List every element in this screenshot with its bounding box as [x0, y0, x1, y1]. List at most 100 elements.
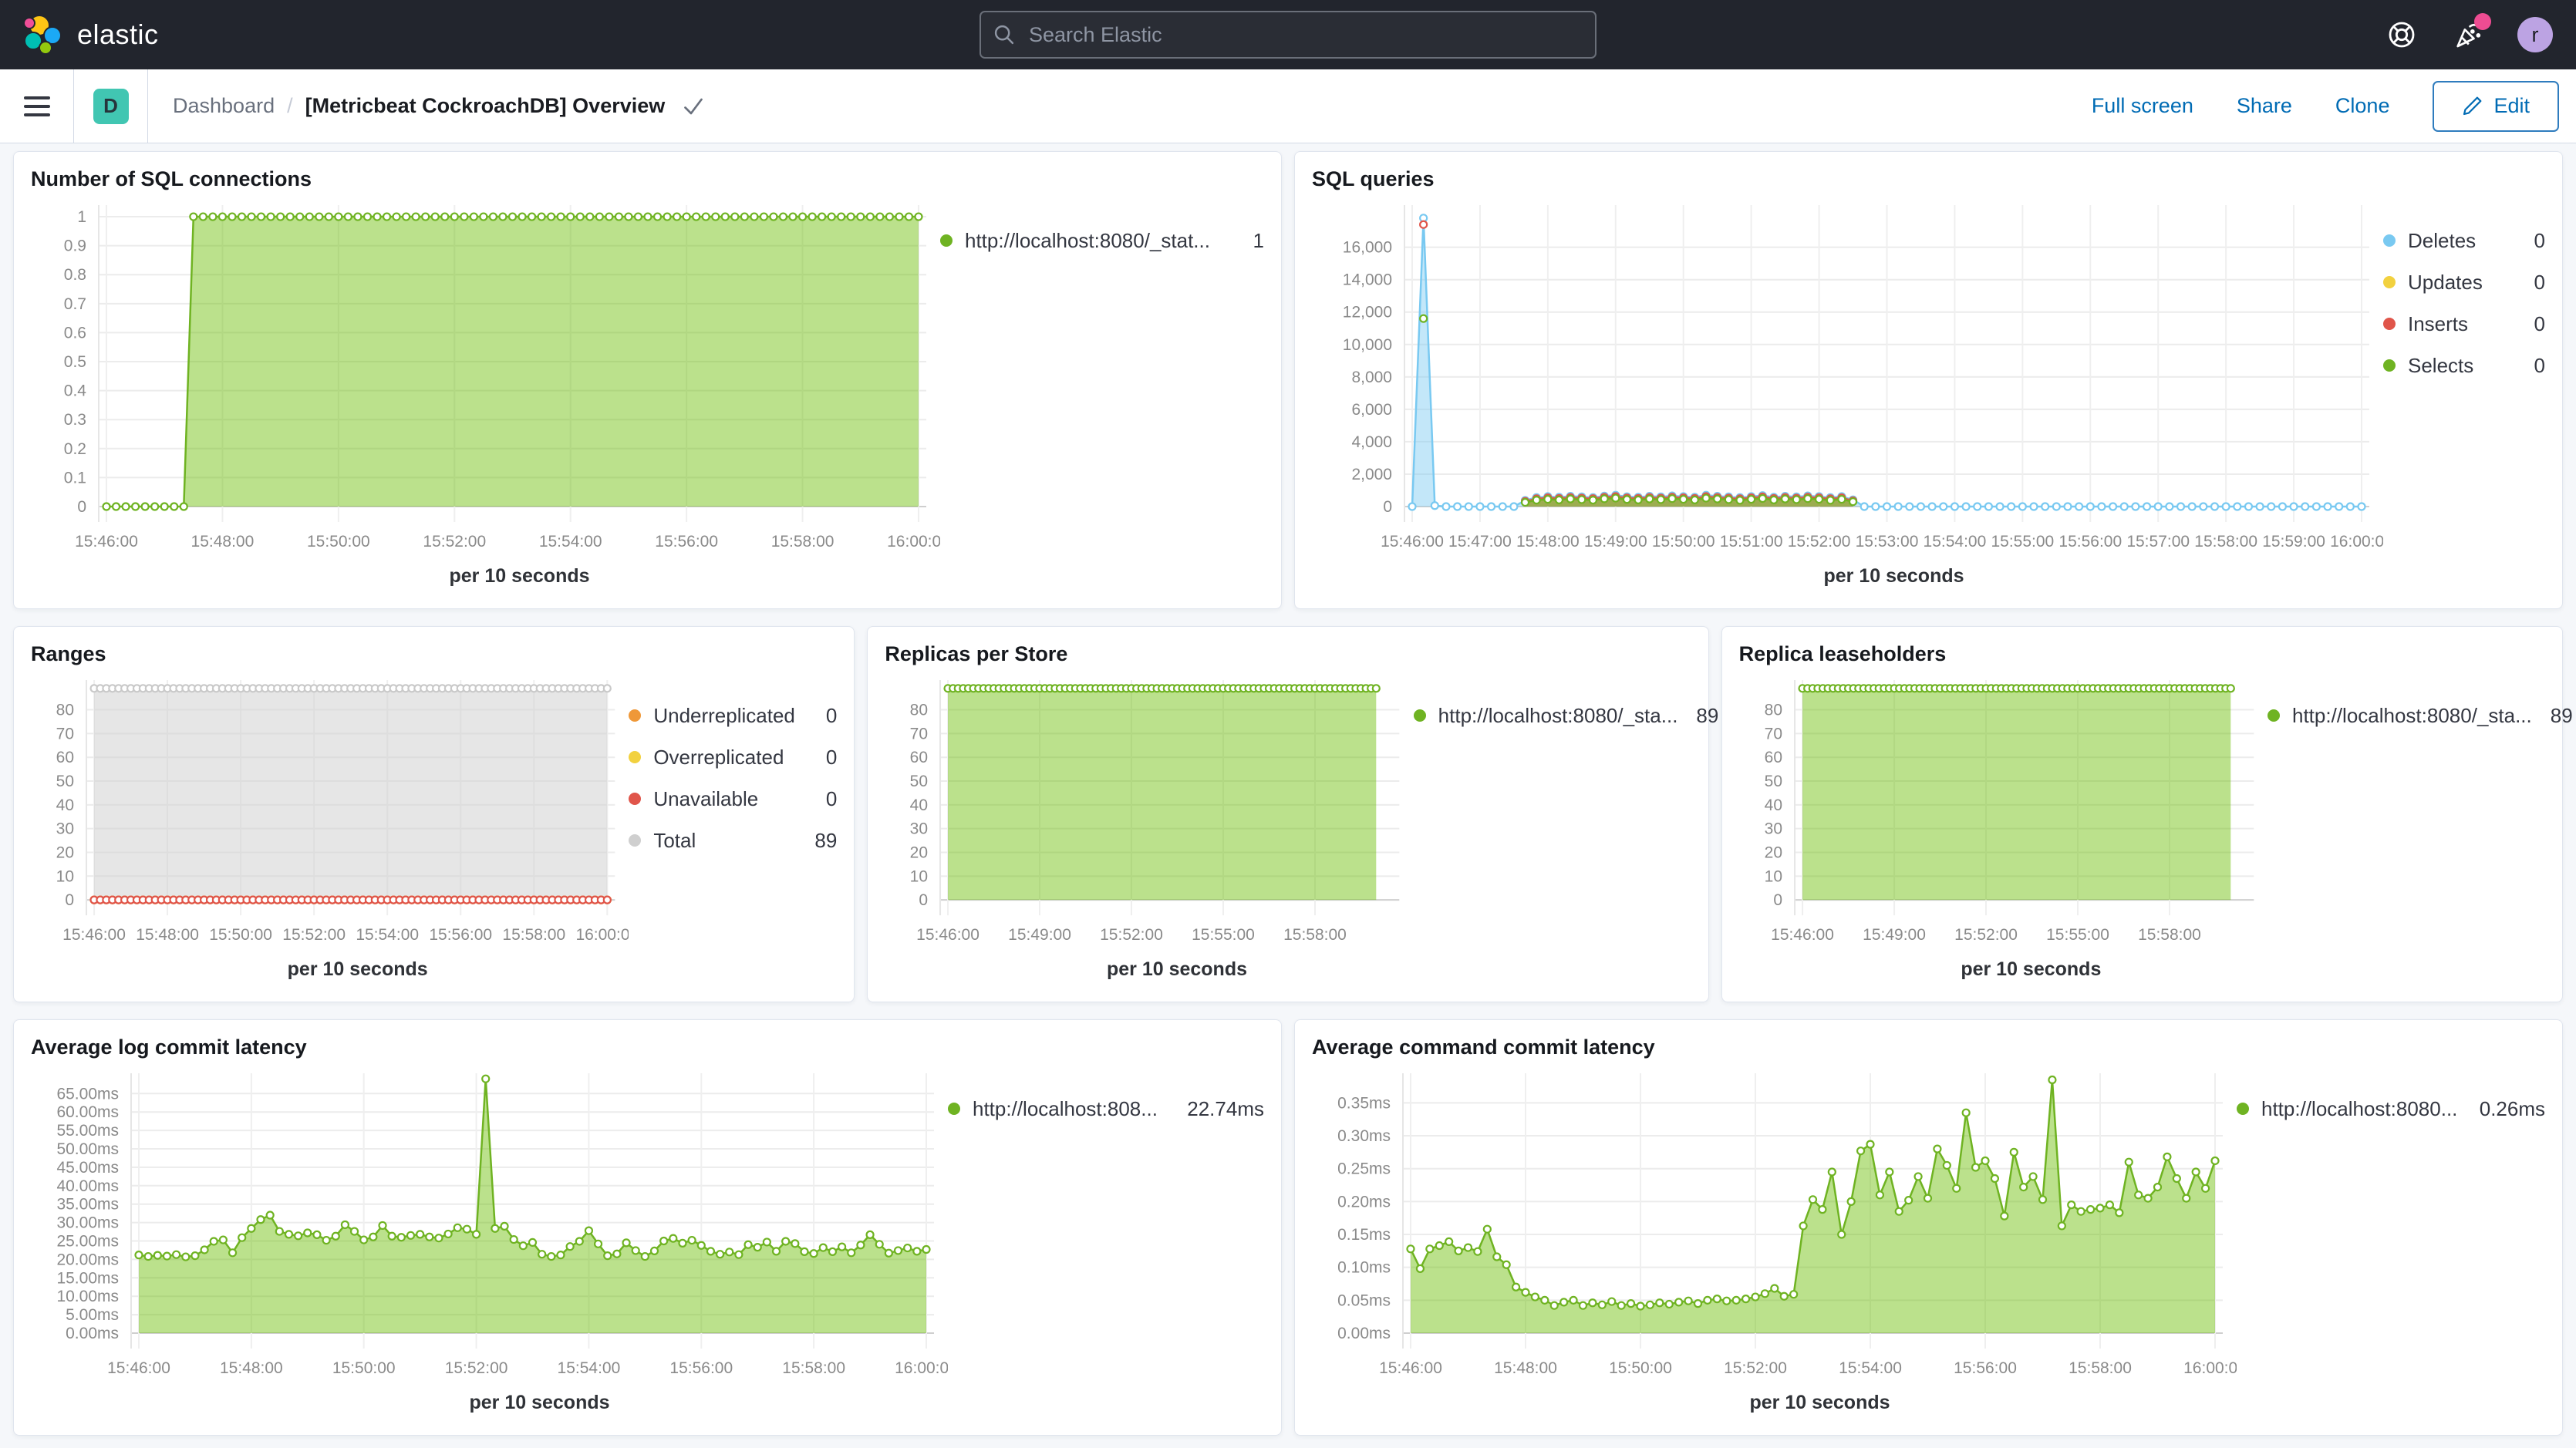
legend-value: 0 — [808, 704, 837, 728]
svg-text:60: 60 — [56, 749, 74, 766]
svg-text:0.25ms: 0.25ms — [1337, 1160, 1391, 1178]
svg-text:16:00:00: 16:00:00 — [887, 533, 940, 551]
top-navigation: elastic — [0, 0, 2576, 69]
svg-text:15:56:00: 15:56:00 — [669, 1359, 733, 1377]
svg-text:45.00ms: 45.00ms — [56, 1159, 119, 1177]
menu-button[interactable] — [0, 69, 74, 143]
chart-legend: http://localhost:8080/_sta...89 — [2267, 668, 2545, 995]
dashboard-app-badge[interactable]: D — [74, 69, 148, 143]
panel-command_commit_latency: Average command commit latency0.00ms0.05… — [1294, 1019, 2563, 1436]
svg-text:15:47:00: 15:47:00 — [1448, 533, 1512, 551]
help-button[interactable] — [2385, 18, 2419, 52]
chart-sql_queries[interactable]: 02,0004,0006,0008,00010,00012,00014,0001… — [1312, 193, 2383, 561]
legend-dot-icon — [2267, 709, 2280, 722]
edit-button[interactable]: Edit — [2433, 81, 2559, 132]
chart-log_commit_latency[interactable]: 0.00ms5.00ms10.00ms15.00ms20.00ms25.00ms… — [31, 1061, 948, 1387]
svg-text:0.2: 0.2 — [64, 440, 86, 458]
legend-value: 0.26ms — [2461, 1097, 2545, 1121]
svg-text:15:58:00: 15:58:00 — [2194, 533, 2257, 551]
search-input[interactable] — [979, 11, 1597, 59]
elastic-brand[interactable]: elastic — [23, 15, 159, 55]
svg-text:0.6: 0.6 — [64, 324, 86, 342]
full-screen-button[interactable]: Full screen — [2092, 94, 2193, 118]
legend-item[interactable]: Overreplicated0 — [629, 743, 837, 771]
x-axis-label: per 10 seconds — [1739, 954, 2267, 995]
legend-item[interactable]: http://localhost:808...22.74ms — [948, 1095, 1264, 1123]
legend-item[interactable]: Underreplicated0 — [629, 702, 837, 729]
svg-text:15:56:00: 15:56:00 — [2058, 533, 2122, 551]
svg-text:15:54:00: 15:54:00 — [356, 926, 419, 944]
chart-command_commit_latency[interactable]: 0.00ms0.05ms0.10ms0.15ms0.20ms0.25ms0.30… — [1312, 1061, 2237, 1387]
x-axis-label: per 10 seconds — [885, 954, 1413, 995]
dashboard-row: Average log commit latency0.00ms5.00ms10… — [13, 1019, 2563, 1436]
svg-text:16:00:00: 16:00:00 — [2183, 1359, 2237, 1377]
x-axis-label: per 10 seconds — [31, 1387, 948, 1429]
clone-button[interactable]: Clone — [2335, 94, 2390, 118]
svg-text:60: 60 — [910, 749, 928, 766]
svg-text:15:52:00: 15:52:00 — [1954, 926, 2018, 944]
svg-text:25.00ms: 25.00ms — [56, 1232, 119, 1250]
legend-label: Inserts — [2408, 312, 2468, 336]
panel-log_commit_latency: Average log commit latency0.00ms5.00ms10… — [13, 1019, 1282, 1436]
legend-item[interactable]: Unavailable0 — [629, 785, 837, 813]
breadcrumb-dashboard[interactable]: Dashboard — [173, 94, 275, 118]
legend-item[interactable]: Total89 — [629, 827, 837, 854]
svg-text:1: 1 — [77, 208, 86, 226]
svg-text:15:55:00: 15:55:00 — [1991, 533, 2054, 551]
legend-item[interactable]: Inserts0 — [2383, 310, 2545, 338]
svg-text:15:48:00: 15:48:00 — [1516, 533, 1580, 551]
svg-text:0.8: 0.8 — [64, 266, 86, 284]
share-button[interactable]: Share — [2237, 94, 2292, 118]
elastic-logo-icon — [23, 15, 63, 55]
chart-sql_connections[interactable]: 00.10.20.30.40.50.60.70.80.9115:46:0015:… — [31, 193, 940, 561]
legend-item[interactable]: http://localhost:8080/_sta...89 — [2267, 702, 2545, 729]
legend-item[interactable]: Selects0 — [2383, 352, 2545, 379]
chart-legend: http://localhost:808...22.74ms — [948, 1061, 1264, 1429]
legend-item[interactable]: http://localhost:8080...0.26ms — [2237, 1095, 2545, 1123]
svg-text:15:49:00: 15:49:00 — [1008, 926, 1071, 944]
chart-replica_leaseholders[interactable]: 0102030405060708015:46:0015:49:0015:52:0… — [1739, 668, 2267, 954]
legend-value: 0 — [2516, 229, 2545, 253]
svg-text:16:00:00: 16:00:00 — [575, 926, 629, 944]
legend-label: http://localhost:8080/_sta... — [1438, 704, 1678, 728]
svg-text:15:48:00: 15:48:00 — [1494, 1359, 1557, 1377]
dashboard-row: Ranges0102030405060708015:46:0015:48:001… — [13, 626, 2563, 1002]
legend-dot-icon — [1414, 709, 1426, 722]
svg-text:20.00ms: 20.00ms — [56, 1251, 119, 1268]
svg-text:10: 10 — [1764, 867, 1782, 885]
svg-text:6,000: 6,000 — [1351, 401, 1392, 419]
x-axis-label: per 10 seconds — [1312, 561, 2383, 602]
svg-text:0: 0 — [65, 891, 74, 909]
svg-text:15:52:00: 15:52:00 — [1724, 1359, 1787, 1377]
legend-label: Updates — [2408, 271, 2483, 295]
chart-legend: http://localhost:8080...0.26ms — [2237, 1061, 2545, 1429]
svg-text:8,000: 8,000 — [1351, 369, 1392, 386]
svg-text:10: 10 — [910, 867, 928, 885]
svg-text:15:49:00: 15:49:00 — [1863, 926, 1926, 944]
legend-item[interactable]: Deletes0 — [2383, 227, 2545, 254]
legend-item[interactable]: Updates0 — [2383, 268, 2545, 296]
chart-legend: http://localhost:8080/_sta...89 — [1414, 668, 1691, 995]
chart-ranges[interactable]: 0102030405060708015:46:0015:48:0015:50:0… — [31, 668, 629, 954]
svg-text:60.00ms: 60.00ms — [56, 1103, 119, 1121]
svg-text:16:00:00: 16:00:00 — [2330, 533, 2383, 551]
newsfeed-button[interactable] — [2451, 18, 2485, 52]
legend-dot-icon — [940, 234, 953, 247]
svg-text:0.9: 0.9 — [64, 237, 86, 255]
page-title[interactable]: [Metricbeat CockroachDB] Overview — [305, 94, 666, 118]
legend-item[interactable]: http://localhost:8080/_stat...1 — [940, 227, 1264, 254]
svg-text:50.00ms: 50.00ms — [56, 1140, 119, 1158]
legend-value: 0 — [808, 746, 837, 769]
svg-text:15:48:00: 15:48:00 — [191, 533, 255, 551]
svg-text:40.00ms: 40.00ms — [56, 1177, 119, 1195]
legend-item[interactable]: http://localhost:8080/_sta...89 — [1414, 702, 1691, 729]
panel-title: Replica leaseholders — [1739, 642, 2545, 666]
svg-text:20: 20 — [56, 844, 74, 861]
global-search[interactable] — [979, 11, 1597, 59]
legend-dot-icon — [629, 834, 641, 847]
legend-value: 89 — [2532, 704, 2573, 728]
panel-sql_queries: SQL queries02,0004,0006,0008,00010,00012… — [1294, 151, 2563, 609]
user-avatar[interactable]: r — [2517, 17, 2553, 52]
svg-text:15:46:00: 15:46:00 — [916, 926, 979, 944]
chart-replicas_per_store[interactable]: 0102030405060708015:46:0015:49:0015:52:0… — [885, 668, 1413, 954]
